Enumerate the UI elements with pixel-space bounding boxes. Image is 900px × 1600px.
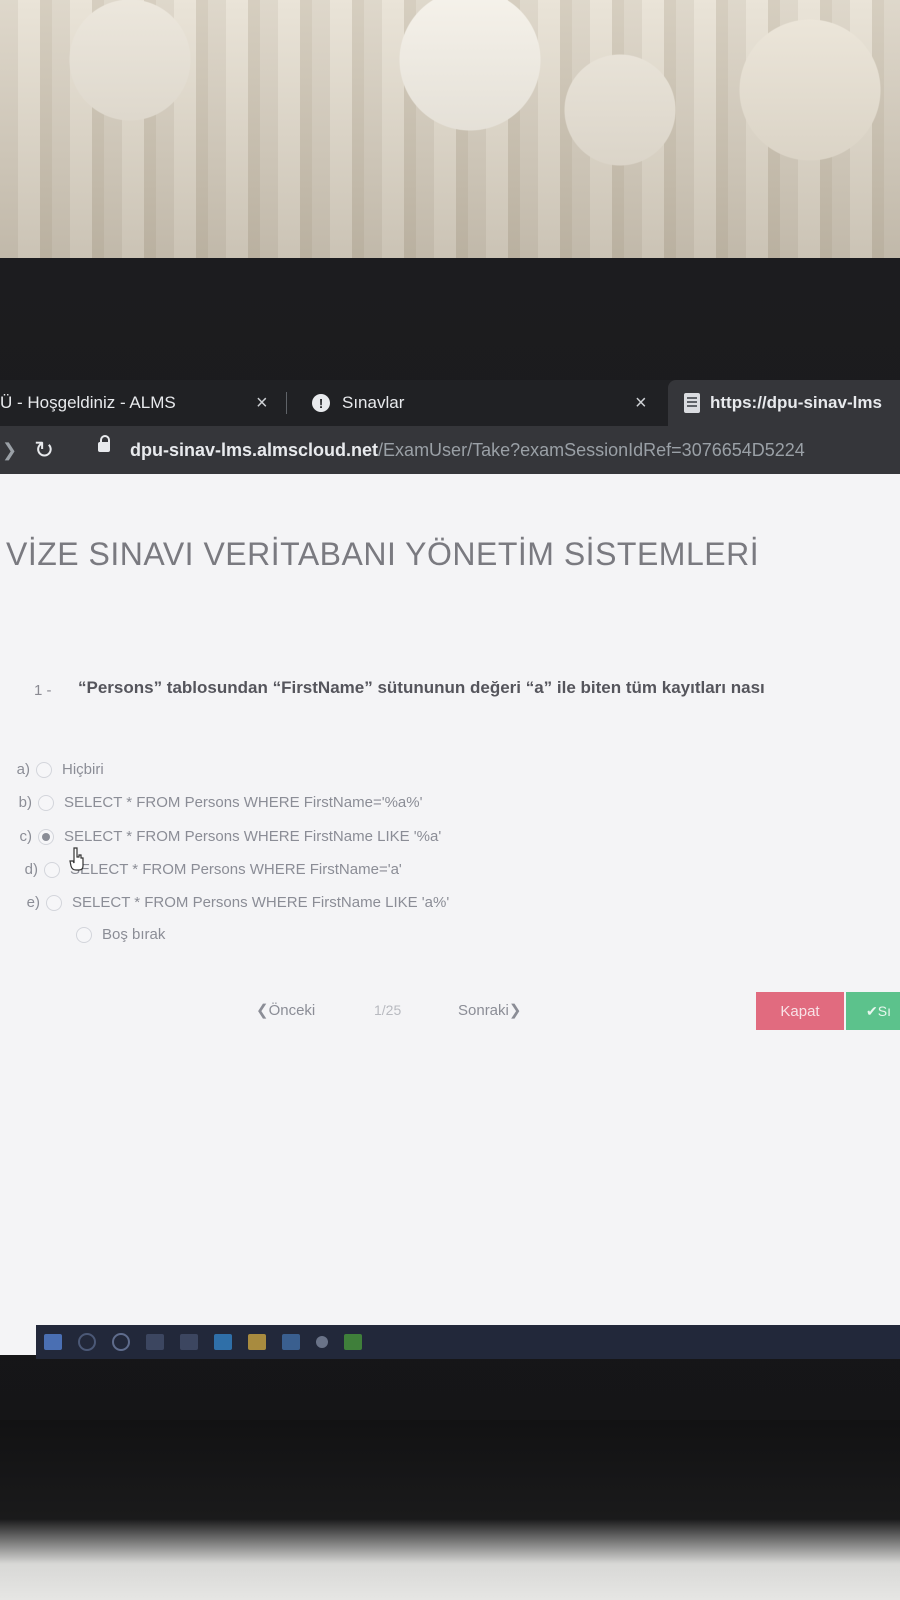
lock-icon[interactable] [98,435,110,452]
close-tab-icon[interactable]: × [256,392,268,415]
option-e[interactable]: e) SELECT * FROM Persons WHERE FirstName… [18,894,450,911]
option-letter: c) [19,828,33,845]
next-button[interactable]: Sonraki❯ [458,1001,521,1019]
info-icon: ! [312,394,330,412]
option-text: Boş bırak [102,926,166,943]
option-text: SELECT * FROM Persons WHERE FirstName LI… [64,828,442,845]
cortana-icon[interactable] [112,1333,130,1351]
radio-button-selected[interactable] [38,828,54,845]
monitor-screen: Ü - Hoşgeldiniz - ALMS × ! Sınavlar × ht… [0,380,900,1355]
desk-surface [0,1420,900,1600]
page-icon [684,393,700,413]
browser-tab-bar: Ü - Hoşgeldiniz - ALMS × ! Sınavlar × ht… [0,380,900,426]
option-letter: a) [16,761,30,778]
lock-app-icon[interactable] [180,1334,198,1350]
exam-page: VİZE SINAVI VERİTABANI YÖNETİM SİSTEMLER… [0,474,900,1355]
forward-arrow-icon[interactable]: ❯ [2,440,17,461]
radio-button[interactable] [44,861,60,878]
store-icon[interactable] [282,1334,300,1350]
background-shade [0,0,900,262]
page-counter: 1/25 [374,1002,402,1018]
close-exam-button[interactable]: Kapat [756,992,844,1030]
previous-button[interactable]: ❮Önceki [256,1001,315,1019]
search-icon[interactable] [78,1333,96,1351]
tab-active-exam[interactable]: https://dpu-sinav-lms [668,380,900,426]
url-field[interactable]: dpu-sinav-lms.almscloud.net/ExamUser/Tak… [130,440,805,461]
tab-title: https://dpu-sinav-lms [710,393,882,412]
address-bar: ❯ ↻ dpu-sinav-lms.almscloud.net/ExamUser… [0,426,900,474]
reload-icon[interactable]: ↻ [34,436,54,465]
tab-title: Sınavlar [342,393,405,412]
app-icon[interactable] [344,1334,362,1350]
folder-icon[interactable] [248,1334,266,1350]
option-b[interactable]: b) SELECT * FROM Persons WHERE FirstName… [10,794,423,811]
windows-start-icon[interactable] [44,1334,62,1350]
tab-hosgeldiniz[interactable]: Ü - Hoşgeldiniz - ALMS × [0,380,285,426]
option-letter: e) [26,894,40,911]
option-letter: b) [18,794,32,811]
page-title: VİZE SINAVI VERİTABANI YÖNETİM SİSTEMLER… [6,536,760,572]
option-skip[interactable]: Boş bırak [48,926,165,943]
option-letter: d) [24,861,38,878]
question-number: 1 - [34,682,52,699]
settings-icon[interactable] [316,1336,328,1348]
tab-separator [286,392,287,414]
hand-cursor-icon [69,847,84,871]
os-taskbar [36,1325,900,1359]
option-a[interactable]: a) Hiçbiri [8,761,104,778]
option-text: SELECT * FROM Persons WHERE FirstName='a… [70,861,402,878]
tab-title: Ü - Hoşgeldiniz - ALMS [0,393,176,412]
submit-button[interactable]: ✔Sı [846,992,900,1030]
url-host: dpu-sinav-lms.almscloud.net [130,439,379,460]
option-text: Hiçbiri [62,761,104,778]
radio-button[interactable] [36,761,52,778]
option-text: SELECT * FROM Persons WHERE FirstName LI… [72,894,450,911]
close-tab-icon[interactable]: × [635,392,647,415]
option-text: SELECT * FROM Persons WHERE FirstName='%… [64,794,423,811]
option-c[interactable]: c) SELECT * FROM Persons WHERE FirstName… [10,828,442,845]
radio-button[interactable] [76,926,92,943]
task-view-icon[interactable] [146,1334,164,1350]
question-text: “Persons” tablosundan “FirstName” sütunu… [78,678,765,697]
tab-sinavlar[interactable]: ! Sınavlar × [300,380,652,426]
radio-button[interactable] [38,794,54,811]
url-path: /ExamUser/Take?examSessionIdRef=3076654D… [378,439,805,460]
radio-button[interactable] [46,894,62,911]
edge-icon[interactable] [214,1334,232,1350]
